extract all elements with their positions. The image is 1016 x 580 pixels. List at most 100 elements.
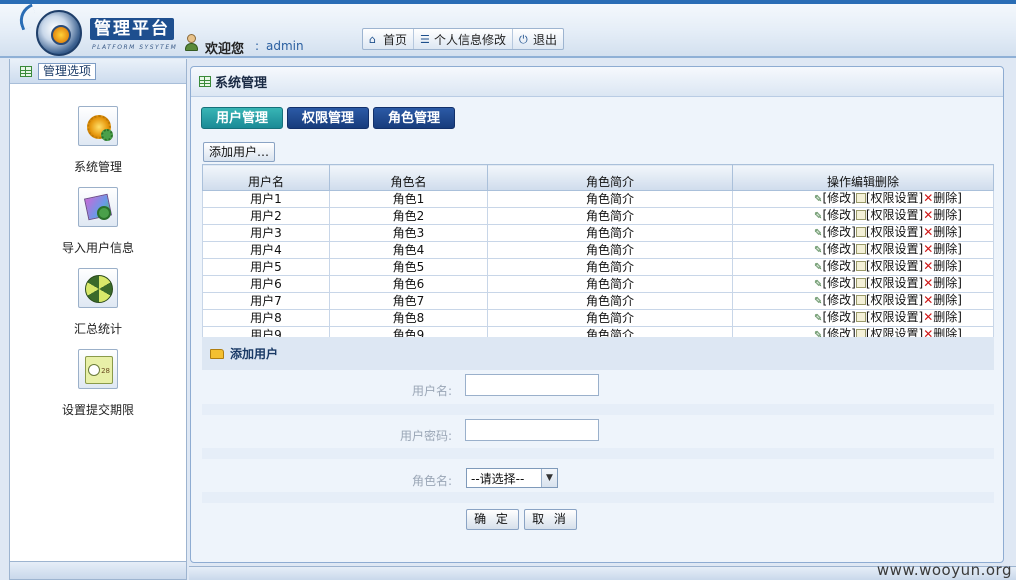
edit-icon <box>855 261 866 271</box>
modify-link[interactable]: [修改] <box>822 208 855 222</box>
main-header: 系统管理 <box>191 67 1003 97</box>
row-actions: ✎[修改] [权限设置]✕删除] <box>732 258 994 276</box>
tab-permission-management[interactable]: 权限管理 <box>287 107 370 129</box>
delete-link[interactable]: 删除] <box>933 191 962 205</box>
modify-link[interactable]: [修改] <box>822 259 855 273</box>
delete-link[interactable]: 删除] <box>933 259 962 273</box>
sidebar-item-label[interactable]: 设置提交期限 <box>10 401 186 418</box>
top-nav: ⌂ 首页 ☰ 个人信息修改 ⏻ 退出 <box>362 28 565 50</box>
modify-link[interactable]: [修改] <box>822 293 855 307</box>
cancel-button[interactable]: 取 消 <box>524 509 577 530</box>
row-actions: ✎[修改] [权限设置]✕删除] <box>732 292 994 310</box>
modify-link[interactable]: [修改] <box>822 242 855 256</box>
permission-link[interactable]: [权限设置] <box>866 259 923 273</box>
tab-user-management[interactable]: 用户管理 <box>201 107 284 129</box>
column-header: 角色名 <box>329 164 488 191</box>
sidebar-item-system[interactable]: 系统管理 <box>10 106 186 175</box>
permission-link[interactable]: [权限设置] <box>866 208 923 222</box>
table-row: 用户2 角色2 角色简介 ✎[修改] [权限设置]✕删除] <box>202 207 994 225</box>
top-header: 管理平台 PLATFORM SYSYTEM 欢迎您 : admin ⌂ 首页 ☰… <box>0 0 1016 58</box>
table-row: 用户1 角色1 角色简介 ✎[修改] [权限设置]✕删除] <box>202 190 994 208</box>
table-cell: 角色简介 <box>487 207 733 225</box>
add-user-button[interactable]: 添加用户… <box>203 142 276 162</box>
nav-home-button[interactable]: ⌂ 首页 <box>363 29 415 49</box>
edit-icon <box>855 227 866 237</box>
table-icon <box>20 65 32 77</box>
sidebar-header: 管理选项 <box>10 59 186 84</box>
welcome-text: 欢迎您 <box>205 42 245 57</box>
permission-link[interactable]: [权限设置] <box>866 242 923 256</box>
nav-logout-label: 退出 <box>533 32 558 47</box>
folder-icon <box>210 348 224 359</box>
sidebar-item-deadline[interactable]: 28 设置提交期限 <box>10 349 186 418</box>
sidebar-item-label[interactable]: 汇总统计 <box>10 320 186 337</box>
form-separator <box>202 492 994 503</box>
permission-link[interactable]: [权限设置] <box>866 276 923 290</box>
radar-icon[interactable] <box>78 268 118 308</box>
delete-icon[interactable]: ✕ <box>923 276 933 290</box>
table-cell: 角色简介 <box>487 258 733 276</box>
delete-icon[interactable]: ✕ <box>923 259 933 273</box>
modify-link[interactable]: [修改] <box>822 225 855 239</box>
nav-profile-button[interactable]: ☰ 个人信息修改 <box>414 29 514 49</box>
password-row: 用户密码: <box>202 416 994 452</box>
tab-bar: 用户管理 权限管理 角色管理 <box>201 107 456 129</box>
table-cell: 用户3 <box>202 224 330 242</box>
table-row: 用户5 角色5 角色简介 ✎[修改] [权限设置]✕删除] <box>202 258 994 276</box>
nav-home-label: 首页 <box>383 32 408 47</box>
table-row: 用户7 角色7 角色简介 ✎[修改] [权限设置]✕删除] <box>202 292 994 310</box>
permission-link[interactable]: [权限设置] <box>866 310 923 324</box>
current-username: admin <box>266 39 304 53</box>
nav-profile-label: 个人信息修改 <box>434 32 507 47</box>
table-icon <box>199 76 211 87</box>
delete-icon[interactable]: ✕ <box>923 310 933 324</box>
gears-icon[interactable] <box>78 106 118 146</box>
username-input[interactable] <box>465 374 599 396</box>
delete-icon[interactable]: ✕ <box>923 293 933 307</box>
table-row: 用户8 角色8 角色简介 ✎[修改] [权限设置]✕删除] <box>202 309 994 327</box>
row-actions: ✎[修改] [权限设置]✕删除] <box>732 275 994 293</box>
sidebar-item-import[interactable]: 导入用户信息 <box>10 187 186 256</box>
delete-icon[interactable]: ✕ <box>923 242 933 256</box>
delete-link[interactable]: 删除] <box>933 310 962 324</box>
permission-link[interactable]: [权限设置] <box>866 293 923 307</box>
permission-link[interactable]: [权限设置] <box>866 191 923 205</box>
delete-icon[interactable]: ✕ <box>923 208 933 222</box>
permission-link[interactable]: [权限设置] <box>866 225 923 239</box>
delete-link[interactable]: 删除] <box>933 225 962 239</box>
nav-logout-button[interactable]: ⏻ 退出 <box>513 29 563 49</box>
table-cell: 角色7 <box>329 292 488 310</box>
delete-icon[interactable]: ✕ <box>923 225 933 239</box>
user-table: 用户名 角色名 角色简介 操作编辑删除 用户1 角色1 角色简介 ✎[修改] [权限设置… <box>202 164 994 344</box>
delete-icon[interactable]: ✕ <box>923 191 933 205</box>
table-cell: 角色8 <box>329 309 488 327</box>
sidebar-footer <box>9 561 187 580</box>
modify-link[interactable]: [修改] <box>822 191 855 205</box>
delete-link[interactable]: 删除] <box>933 208 962 222</box>
welcome-colon: : <box>255 39 260 53</box>
edit-icon <box>855 312 866 322</box>
password-input[interactable] <box>465 419 599 441</box>
modify-link[interactable]: [修改] <box>822 310 855 324</box>
sidebar-item-stats[interactable]: 汇总统计 <box>10 268 186 337</box>
delete-link[interactable]: 删除] <box>933 242 962 256</box>
logo-subtitle: PLATFORM SYSYTEM <box>92 44 178 51</box>
delete-link[interactable]: 删除] <box>933 276 962 290</box>
chevron-down-icon[interactable]: ▼ <box>541 469 557 487</box>
role-select[interactable]: --请选择-- ▼ <box>466 468 558 488</box>
calendar-clock-icon[interactable]: 28 <box>78 349 118 389</box>
add-user-form-header: 添加用户 <box>202 337 994 370</box>
table-cell: 用户1 <box>202 190 330 208</box>
form-separator <box>202 404 994 415</box>
table-cell: 角色简介 <box>487 224 733 242</box>
row-actions: ✎[修改] [权限设置]✕删除] <box>732 309 994 327</box>
import-icon[interactable] <box>78 187 118 227</box>
delete-link[interactable]: 删除] <box>933 293 962 307</box>
role-row: 角色名: --请选择-- ▼ <box>202 459 994 495</box>
modify-link[interactable]: [修改] <box>822 276 855 290</box>
tab-role-management[interactable]: 角色管理 <box>373 107 456 129</box>
sidebar-item-label[interactable]: 系统管理 <box>10 158 186 175</box>
row-actions: ✎[修改] [权限设置]✕删除] <box>732 207 994 225</box>
sidebar-item-label[interactable]: 导入用户信息 <box>10 239 186 256</box>
confirm-button[interactable]: 确 定 <box>466 509 519 530</box>
